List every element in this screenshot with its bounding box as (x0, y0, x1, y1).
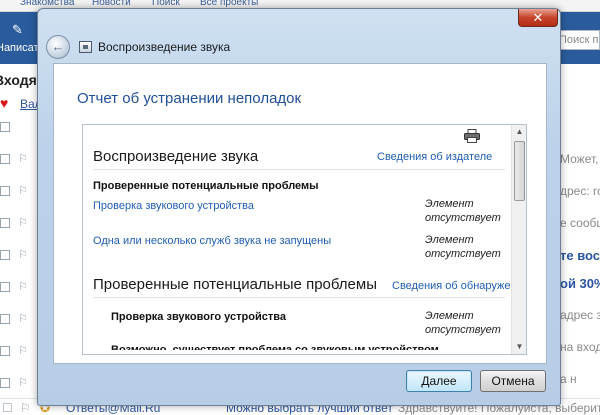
issue-name: Проверка звукового устройства (111, 311, 286, 323)
mail-preview-column: Может, дрес: ros е сообщ те восп ой 30% … (556, 64, 600, 415)
mail-row-controls[interactable]: ⚐ (0, 216, 40, 232)
report-panel: Воспроизведение звука Сведения об издате… (82, 124, 527, 355)
flag-icon[interactable]: ⚐ (18, 376, 28, 389)
mail-search-input[interactable]: Поиск по почте (556, 30, 600, 50)
mail-snippet: те восп (560, 248, 600, 263)
mail-snippet: дрес: ros (560, 184, 600, 198)
back-button[interactable]: ← (46, 35, 70, 59)
back-arrow-icon: ← (51, 39, 65, 54)
flag-icon[interactable]: ⚐ (18, 216, 28, 229)
topbar-link-news[interactable]: Новости (92, 0, 131, 8)
checkbox-icon[interactable]: ☐ (2, 401, 13, 415)
topbar-link-dating[interactable]: Знакомства (20, 0, 74, 8)
flag-icon[interactable]: ⚐ (20, 401, 31, 415)
mail-snippet: Может, (560, 152, 599, 166)
window-title: Воспроизведение звука (98, 40, 231, 54)
section-title: Воспроизведение звука (93, 148, 259, 165)
issue-status: Элемент отсутствует (425, 198, 501, 224)
mail-snippet: адрес за (560, 308, 600, 322)
topbar-link-all-projects[interactable]: Все проекты (200, 0, 258, 8)
flag-icon[interactable]: ⚐ (18, 312, 28, 325)
mail-row-controls[interactable]: ⚐ (0, 344, 40, 360)
divider (93, 169, 505, 170)
window-icon (79, 41, 92, 53)
dialog-content: Отчет об устранении неполадок Воспроизве… (53, 63, 547, 364)
next-button[interactable]: Далее (406, 370, 472, 392)
flag-icon[interactable]: ⚐ (18, 344, 28, 357)
mail-snippet: е сообщ (560, 216, 600, 230)
checked-issues-heading: Проверенные потенциальные проблемы (93, 180, 319, 192)
mail-row-controls[interactable]: ⚐ (0, 184, 40, 200)
mail-snippet: на вход (560, 340, 600, 354)
scroll-thumb[interactable] (514, 141, 525, 201)
mail-row-controls[interactable]: ⚐ (0, 280, 40, 296)
mail-snippet: а н (560, 372, 577, 386)
flag-icon[interactable]: ⚐ (18, 248, 28, 261)
mail-left-column: Входящие ♥ Валентинки ⚐ ⚐ ⚐ ⚐ ⚐ ⚐ ⚐ ⚐ (0, 64, 86, 415)
issue-link[interactable]: Проверка звукового устройства (93, 200, 254, 212)
topbar-link-search[interactable]: Поиск (152, 0, 180, 8)
scroll-down-icon[interactable]: ▼ (512, 340, 526, 354)
report-title: Отчет об устранении неполадок (77, 90, 302, 107)
compose-button[interactable]: ✎ Написать (0, 12, 44, 64)
pen-icon: ✎ (12, 22, 23, 37)
mail-row-controls[interactable]: ⚐ (0, 312, 40, 328)
mail-row-controls[interactable]: ⚐ (0, 376, 40, 392)
scroll-up-icon[interactable]: ▲ (512, 125, 526, 139)
heart-icon: ♥ (0, 95, 9, 111)
section-title: Проверенные потенциальные проблемы (93, 276, 377, 293)
flag-icon[interactable]: ⚐ (18, 280, 28, 293)
select-all-checkbox[interactable] (0, 120, 40, 136)
mail-row-controls[interactable]: ⚐ (0, 152, 40, 168)
mail-row-controls[interactable]: ⚐ (0, 248, 40, 264)
cancel-button[interactable]: Отмена (480, 370, 546, 392)
issue-status: Элемент отсутствует (425, 310, 501, 336)
flag-icon[interactable]: ⚐ (18, 184, 28, 197)
divider (93, 297, 505, 298)
issue-link[interactable]: Одна или несколько служб звука не запуще… (93, 235, 331, 247)
flag-icon[interactable]: ⚐ (18, 152, 28, 165)
publisher-details-link[interactable]: Сведения об издателе (377, 151, 492, 163)
detection-details-link[interactable]: Сведения об обнаружении (392, 280, 526, 292)
close-button[interactable]: ✕ (518, 9, 558, 27)
mail-snippet: ой 30% (560, 276, 600, 291)
troubleshooter-dialog: ✕ ← Воспроизведение звука Отчет об устра… (37, 8, 561, 406)
close-icon: ✕ (532, 10, 544, 25)
issue-description: Возможно, существует проблема со звуковы… (111, 344, 439, 355)
vertical-scrollbar[interactable]: ▲ ▼ (511, 125, 526, 354)
issue-status: Элемент отсутствует (425, 234, 501, 260)
printer-icon[interactable] (464, 129, 480, 143)
